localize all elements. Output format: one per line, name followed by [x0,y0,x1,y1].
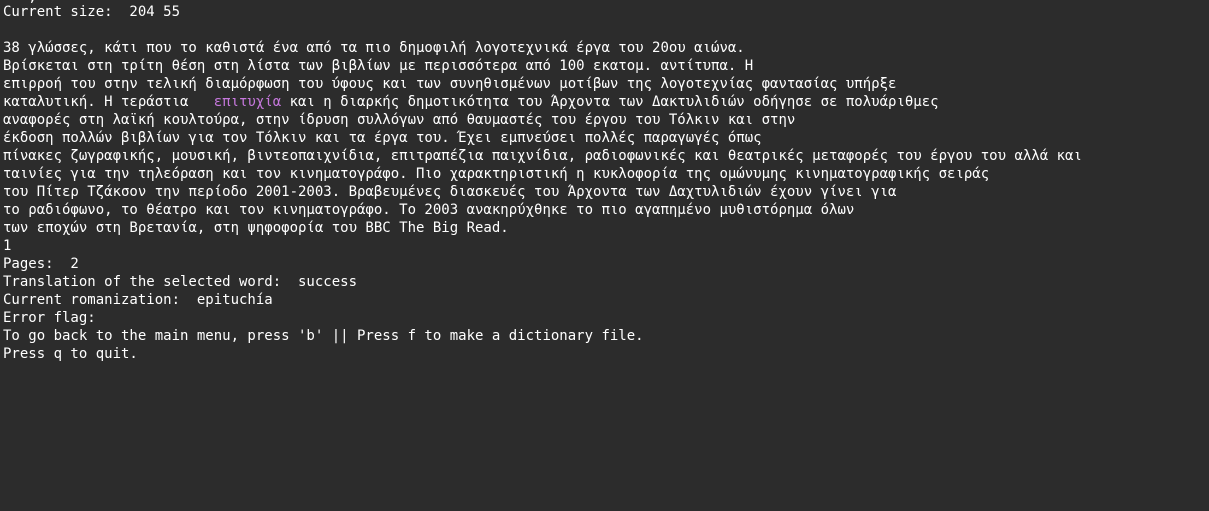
error-flag-line: Error flag: [3,310,96,326]
quit-hint-line: Press q to quit. [3,346,138,362]
translation-line: Translation of the selected word: succes… [3,274,358,290]
highlight-text-line: καταλυτική. Η τεράστια επιτυχία και η δι… [3,93,1209,111]
text-line: ταινίες για την τηλεόραση και τον κινημα… [3,166,990,182]
text-line: αναφορές στη λαϊκή κουλτούρα, στην ίδρυσ… [3,112,796,128]
text-line: το ραδιόφωνο, το θέατρο και τον κινηματο… [3,202,855,218]
terminal-output: Current size: 204 55 38 γλώσσες, κάτι πο… [3,3,1209,363]
text-line: Βρίσκεται στη τρίτη θέση στη λίστα των β… [3,58,754,74]
menu-hint-line: To go back to the main menu, press 'b' |… [3,328,644,344]
text-before-selection: καταλυτική. Η τεράστια [3,94,214,110]
text-line: των εποχών στη Βρετανία, στη ψηφοφορία τ… [3,220,509,236]
pages-count-line: Pages: 2 [3,256,79,272]
terminal-window[interactable]: , Current size: 204 55 38 γλώσσες, κάτι … [0,0,1209,511]
text-after-selection: και η διαρκής δημοτικότητα του Άρχοντα τ… [281,94,939,110]
text-line: του Πίτερ Τζάκσον την περίοδο 2001-2003.… [3,184,897,200]
current-size-line: Current size: 204 55 [3,4,181,20]
romanization-line: Current romanization: epituchía [3,292,273,308]
text-line: έκδοση πολλών βιβλίων για τον Τόλκιν και… [3,130,762,146]
text-line: επιρροή του στην τελική διαμόρφωση του ύ… [3,76,897,92]
page-number: 1 [3,238,12,254]
text-line: πίνακες ζωγραφικής, μουσική, βιντεοπαιχν… [3,148,1082,164]
text-line: 38 γλώσσες, κάτι που το καθιστά ένα από … [3,40,745,56]
selected-word[interactable]: επιτυχία [214,94,281,110]
